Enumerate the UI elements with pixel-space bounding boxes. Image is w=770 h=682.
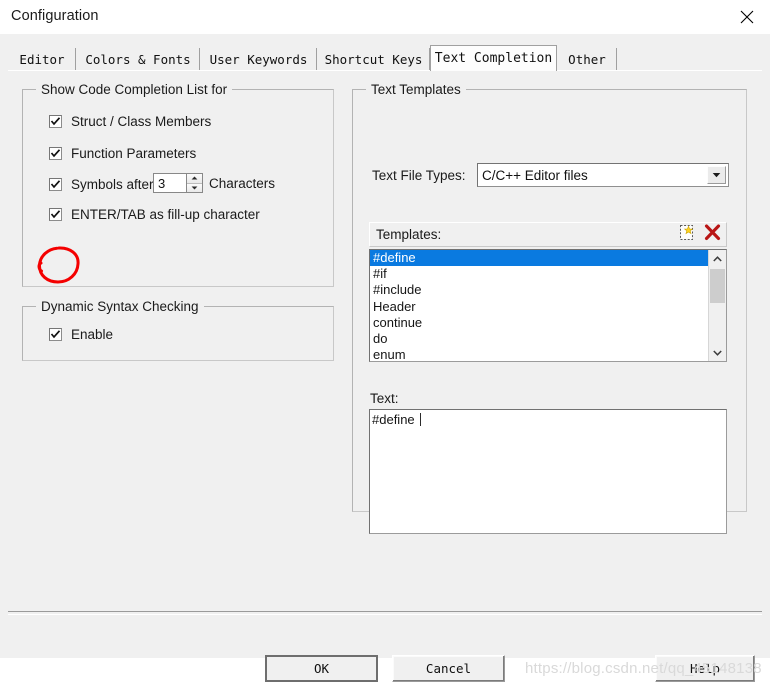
- tab-other[interactable]: Other: [557, 48, 617, 70]
- template-text-label: Text:: [370, 391, 399, 406]
- checkbox-function-parameters[interactable]: Function Parameters: [49, 146, 196, 161]
- active-tab-underline: [8, 70, 762, 71]
- window-title: Configuration: [11, 8, 99, 24]
- show-code-completion-group: Show Code Completion List for Struct / C…: [22, 82, 334, 287]
- checkbox-box: [49, 178, 62, 191]
- chevron-down-icon[interactable]: [707, 166, 726, 184]
- text-file-types-label: Text File Types:: [372, 168, 466, 183]
- checkbox-dynamic-syntax-enable[interactable]: Enable: [49, 327, 113, 342]
- symbols-after-value[interactable]: 3: [153, 173, 186, 193]
- tab-editor[interactable]: Editor: [8, 48, 76, 70]
- button-bar-separator: [8, 611, 762, 615]
- list-item[interactable]: enum: [370, 347, 708, 361]
- tab-colors-and-fonts[interactable]: Colors & Fonts: [76, 48, 200, 70]
- title-bar: Configuration: [0, 0, 770, 34]
- tab-strip: Editor Colors & Fonts User Keywords Shor…: [8, 45, 762, 71]
- checkbox-struct-class-members[interactable]: Struct / Class Members: [49, 114, 211, 129]
- list-item[interactable]: do: [370, 331, 708, 347]
- checkbox-box: [49, 208, 62, 221]
- dialog-client-area: Editor Colors & Fonts User Keywords Shor…: [0, 34, 770, 682]
- symbols-after-stepper[interactable]: 3: [153, 173, 203, 193]
- templates-list-items: #define #if #include Header continue do …: [370, 250, 708, 361]
- ok-button[interactable]: OK: [265, 655, 378, 682]
- show-code-completion-group-title: Show Code Completion List for: [36, 82, 233, 97]
- tab-user-keywords[interactable]: User Keywords: [200, 48, 317, 70]
- checkbox-box: [49, 147, 62, 160]
- text-templates-group-title: Text Templates: [366, 82, 466, 97]
- checkbox-label: Enable: [71, 327, 114, 342]
- scroll-up-button[interactable]: [709, 250, 726, 267]
- list-item[interactable]: continue: [370, 315, 708, 331]
- configuration-dialog: Configuration Editor Colors & Fonts User…: [0, 0, 770, 682]
- text-file-types-value: C/C++ Editor files: [482, 167, 588, 183]
- checkbox-label: Symbols after: [71, 177, 154, 192]
- checkbox-enter-tab-fillup[interactable]: ENTER/TAB as fill-up character: [49, 207, 260, 222]
- stepper-up-button[interactable]: [187, 174, 202, 184]
- close-icon: [740, 10, 754, 24]
- new-template-button[interactable]: [676, 224, 698, 245]
- close-window-button[interactable]: [724, 0, 770, 34]
- checkbox-label: ENTER/TAB as fill-up character: [71, 207, 260, 222]
- checkbox-label: Struct / Class Members: [71, 114, 212, 129]
- symbols-after-suffix-label: Characters: [209, 176, 276, 191]
- templates-label: Templates:: [376, 227, 442, 242]
- template-text-value-row: #define: [370, 410, 726, 428]
- templates-toolbar: Templates:: [369, 222, 727, 247]
- text-file-types-select[interactable]: C/C++ Editor files: [477, 163, 729, 187]
- help-button[interactable]: Help: [655, 655, 755, 682]
- text-caret: [420, 413, 422, 426]
- tab-shortcut-keys[interactable]: Shortcut Keys: [317, 48, 430, 70]
- list-item[interactable]: #include: [370, 282, 708, 298]
- list-item[interactable]: Header: [370, 299, 708, 315]
- template-text-value: #define: [372, 412, 419, 427]
- scroll-down-button[interactable]: [709, 344, 726, 361]
- delete-template-button[interactable]: [701, 223, 723, 246]
- template-text-editor[interactable]: #define: [369, 409, 727, 534]
- scrollbar-thumb[interactable]: [710, 269, 725, 303]
- stepper-buttons[interactable]: [186, 173, 203, 193]
- templates-list[interactable]: #define #if #include Header continue do …: [369, 249, 727, 362]
- templates-list-scrollbar[interactable]: [708, 250, 726, 361]
- checkbox-symbols-after[interactable]: Symbols after: [49, 177, 154, 192]
- checkbox-box: [49, 328, 62, 341]
- new-template-icon: [678, 224, 696, 246]
- checkbox-box: [49, 115, 62, 128]
- delete-template-icon: [704, 223, 721, 246]
- tab-text-completion[interactable]: Text Completion: [430, 45, 557, 71]
- cancel-button[interactable]: Cancel: [392, 655, 505, 682]
- checkbox-label: Function Parameters: [71, 146, 197, 161]
- list-item[interactable]: #if: [370, 266, 708, 282]
- dynamic-syntax-group-title: Dynamic Syntax Checking: [36, 299, 204, 314]
- dynamic-syntax-checking-group: Dynamic Syntax Checking Enable: [22, 299, 334, 361]
- list-item[interactable]: #define: [370, 250, 708, 267]
- stepper-down-button[interactable]: [187, 183, 202, 192]
